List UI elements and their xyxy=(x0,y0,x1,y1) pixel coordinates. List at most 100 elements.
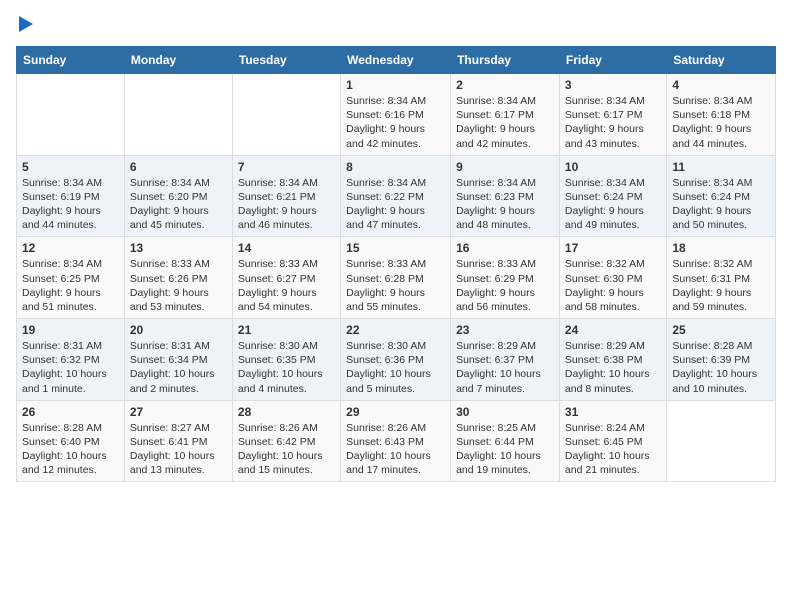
day-cell: 29 Sunrise: 8:26 AM Sunset: 6:43 PM Dayli… xyxy=(341,400,451,482)
day-cell xyxy=(667,400,776,482)
day-number: 27 xyxy=(130,405,227,419)
header-row: SundayMondayTuesdayWednesdayThursdayFrid… xyxy=(17,47,776,74)
day-info: Sunrise: 8:24 AM Sunset: 6:45 PM Dayligh… xyxy=(565,421,661,478)
day-cell: 10Sunrise: 8:34 AM Sunset: 6:24 PM Dayli… xyxy=(559,155,666,237)
day-info: Sunrise: 8:32 AM Sunset: 6:31 PM Dayligh… xyxy=(672,257,770,314)
day-number: 13 xyxy=(130,241,227,255)
day-cell: 16 Sunrise: 8:33 AM Sunset: 6:29 PM Dayli… xyxy=(451,237,560,319)
day-cell: 13 Sunrise: 8:33 AM Sunset: 6:26 PM Dayli… xyxy=(124,237,232,319)
week-row-2: 5 Sunrise: 8:34 AM Sunset: 6:19 PM Daylig… xyxy=(17,155,776,237)
day-number: 7 xyxy=(238,160,335,174)
day-info: Sunrise: 8:34 AM Sunset: 6:17 PM Dayligh… xyxy=(565,94,661,151)
day-number: 16 xyxy=(456,241,554,255)
day-number: 25 xyxy=(672,323,770,337)
day-cell: 3 Sunrise: 8:34 AM Sunset: 6:17 PM Daylig… xyxy=(559,74,666,156)
day-cell: 15 Sunrise: 8:33 AM Sunset: 6:28 PM Dayli… xyxy=(341,237,451,319)
day-cell: 19 Sunrise: 8:31 AM Sunset: 6:32 PM Dayli… xyxy=(17,319,125,401)
day-cell: 18Sunrise: 8:32 AM Sunset: 6:31 PM Dayli… xyxy=(667,237,776,319)
day-number: 12 xyxy=(22,241,119,255)
day-cell xyxy=(124,74,232,156)
day-cell: 23 Sunrise: 8:29 AM Sunset: 6:37 PM Dayli… xyxy=(451,319,560,401)
week-row-4: 19 Sunrise: 8:31 AM Sunset: 6:32 PM Dayli… xyxy=(17,319,776,401)
day-info: Sunrise: 8:34 AM Sunset: 6:17 PM Dayligh… xyxy=(456,94,554,151)
day-cell: 11 Sunrise: 8:34 AM Sunset: 6:24 PM Dayli… xyxy=(667,155,776,237)
day-cell: 2 Sunrise: 8:34 AM Sunset: 6:17 PM Daylig… xyxy=(451,74,560,156)
day-cell: 24 Sunrise: 8:29 AM Sunset: 6:38 PM Dayli… xyxy=(559,319,666,401)
week-row-5: 26Sunrise: 8:28 AM Sunset: 6:40 PM Dayli… xyxy=(17,400,776,482)
day-number: 30 xyxy=(456,405,554,419)
day-number: 19 xyxy=(22,323,119,337)
day-cell: 12 Sunrise: 8:34 AM Sunset: 6:25 PM Dayli… xyxy=(17,237,125,319)
day-cell: 6 Sunrise: 8:34 AM Sunset: 6:20 PM Daylig… xyxy=(124,155,232,237)
day-number: 17 xyxy=(565,241,661,255)
day-info: Sunrise: 8:34 AM Sunset: 6:18 PM Dayligh… xyxy=(672,94,770,151)
day-info: Sunrise: 8:33 AM Sunset: 6:27 PM Dayligh… xyxy=(238,257,335,314)
day-number: 6 xyxy=(130,160,227,174)
day-info: Sunrise: 8:29 AM Sunset: 6:37 PM Dayligh… xyxy=(456,339,554,396)
day-cell: 14 Sunrise: 8:33 AM Sunset: 6:27 PM Dayli… xyxy=(232,237,340,319)
day-number: 3 xyxy=(565,78,661,92)
day-number: 21 xyxy=(238,323,335,337)
day-info: Sunrise: 8:28 AM Sunset: 6:39 PM Dayligh… xyxy=(672,339,770,396)
day-cell: 1 Sunrise: 8:34 AM Sunset: 6:16 PM Daylig… xyxy=(341,74,451,156)
day-cell: 27 Sunrise: 8:27 AM Sunset: 6:41 PM Dayli… xyxy=(124,400,232,482)
day-number: 28 xyxy=(238,405,335,419)
day-number: 23 xyxy=(456,323,554,337)
day-cell: 25 Sunrise: 8:28 AM Sunset: 6:39 PM Dayli… xyxy=(667,319,776,401)
day-cell: 17 Sunrise: 8:32 AM Sunset: 6:30 PM Dayli… xyxy=(559,237,666,319)
day-number: 1 xyxy=(346,78,445,92)
day-cell: 8Sunrise: 8:34 AM Sunset: 6:22 PM Daylig… xyxy=(341,155,451,237)
page-header xyxy=(16,16,776,34)
day-cell: 22 Sunrise: 8:30 AM Sunset: 6:36 PM Dayli… xyxy=(341,319,451,401)
day-info: Sunrise: 8:28 AM Sunset: 6:40 PM Dayligh… xyxy=(22,421,119,478)
day-number: 9 xyxy=(456,160,554,174)
day-cell: 21Sunrise: 8:30 AM Sunset: 6:35 PM Dayli… xyxy=(232,319,340,401)
column-header-tuesday: Tuesday xyxy=(232,47,340,74)
logo xyxy=(16,16,33,34)
column-header-monday: Monday xyxy=(124,47,232,74)
day-cell: 9Sunrise: 8:34 AM Sunset: 6:23 PM Daylig… xyxy=(451,155,560,237)
day-info: Sunrise: 8:31 AM Sunset: 6:34 PM Dayligh… xyxy=(130,339,227,396)
day-info: Sunrise: 8:34 AM Sunset: 6:21 PM Dayligh… xyxy=(238,176,335,233)
day-cell xyxy=(232,74,340,156)
logo-arrow-icon xyxy=(19,16,33,32)
day-info: Sunrise: 8:34 AM Sunset: 6:25 PM Dayligh… xyxy=(22,257,119,314)
day-number: 2 xyxy=(456,78,554,92)
day-info: Sunrise: 8:33 AM Sunset: 6:28 PM Dayligh… xyxy=(346,257,445,314)
day-number: 29 xyxy=(346,405,445,419)
day-number: 14 xyxy=(238,241,335,255)
day-number: 22 xyxy=(346,323,445,337)
day-info: Sunrise: 8:34 AM Sunset: 6:20 PM Dayligh… xyxy=(130,176,227,233)
day-cell: 7 Sunrise: 8:34 AM Sunset: 6:21 PM Daylig… xyxy=(232,155,340,237)
day-info: Sunrise: 8:25 AM Sunset: 6:44 PM Dayligh… xyxy=(456,421,554,478)
day-info: Sunrise: 8:26 AM Sunset: 6:43 PM Dayligh… xyxy=(346,421,445,478)
day-info: Sunrise: 8:27 AM Sunset: 6:41 PM Dayligh… xyxy=(130,421,227,478)
day-number: 31 xyxy=(565,405,661,419)
day-info: Sunrise: 8:30 AM Sunset: 6:36 PM Dayligh… xyxy=(346,339,445,396)
day-info: Sunrise: 8:34 AM Sunset: 6:16 PM Dayligh… xyxy=(346,94,445,151)
day-cell: 4 Sunrise: 8:34 AM Sunset: 6:18 PM Daylig… xyxy=(667,74,776,156)
week-row-3: 12 Sunrise: 8:34 AM Sunset: 6:25 PM Dayli… xyxy=(17,237,776,319)
column-header-wednesday: Wednesday xyxy=(341,47,451,74)
day-cell: 5 Sunrise: 8:34 AM Sunset: 6:19 PM Daylig… xyxy=(17,155,125,237)
day-number: 24 xyxy=(565,323,661,337)
week-row-1: 1 Sunrise: 8:34 AM Sunset: 6:16 PM Daylig… xyxy=(17,74,776,156)
column-header-friday: Friday xyxy=(559,47,666,74)
day-cell: 26Sunrise: 8:28 AM Sunset: 6:40 PM Dayli… xyxy=(17,400,125,482)
day-number: 11 xyxy=(672,160,770,174)
day-cell xyxy=(17,74,125,156)
day-info: Sunrise: 8:33 AM Sunset: 6:26 PM Dayligh… xyxy=(130,257,227,314)
day-info: Sunrise: 8:33 AM Sunset: 6:29 PM Dayligh… xyxy=(456,257,554,314)
day-info: Sunrise: 8:34 AM Sunset: 6:24 PM Dayligh… xyxy=(672,176,770,233)
day-number: 4 xyxy=(672,78,770,92)
day-info: Sunrise: 8:31 AM Sunset: 6:32 PM Dayligh… xyxy=(22,339,119,396)
day-number: 15 xyxy=(346,241,445,255)
day-info: Sunrise: 8:26 AM Sunset: 6:42 PM Dayligh… xyxy=(238,421,335,478)
day-info: Sunrise: 8:32 AM Sunset: 6:30 PM Dayligh… xyxy=(565,257,661,314)
day-cell: 20Sunrise: 8:31 AM Sunset: 6:34 PM Dayli… xyxy=(124,319,232,401)
column-header-thursday: Thursday xyxy=(451,47,560,74)
day-number: 5 xyxy=(22,160,119,174)
day-info: Sunrise: 8:34 AM Sunset: 6:19 PM Dayligh… xyxy=(22,176,119,233)
day-number: 10 xyxy=(565,160,661,174)
day-info: Sunrise: 8:29 AM Sunset: 6:38 PM Dayligh… xyxy=(565,339,661,396)
